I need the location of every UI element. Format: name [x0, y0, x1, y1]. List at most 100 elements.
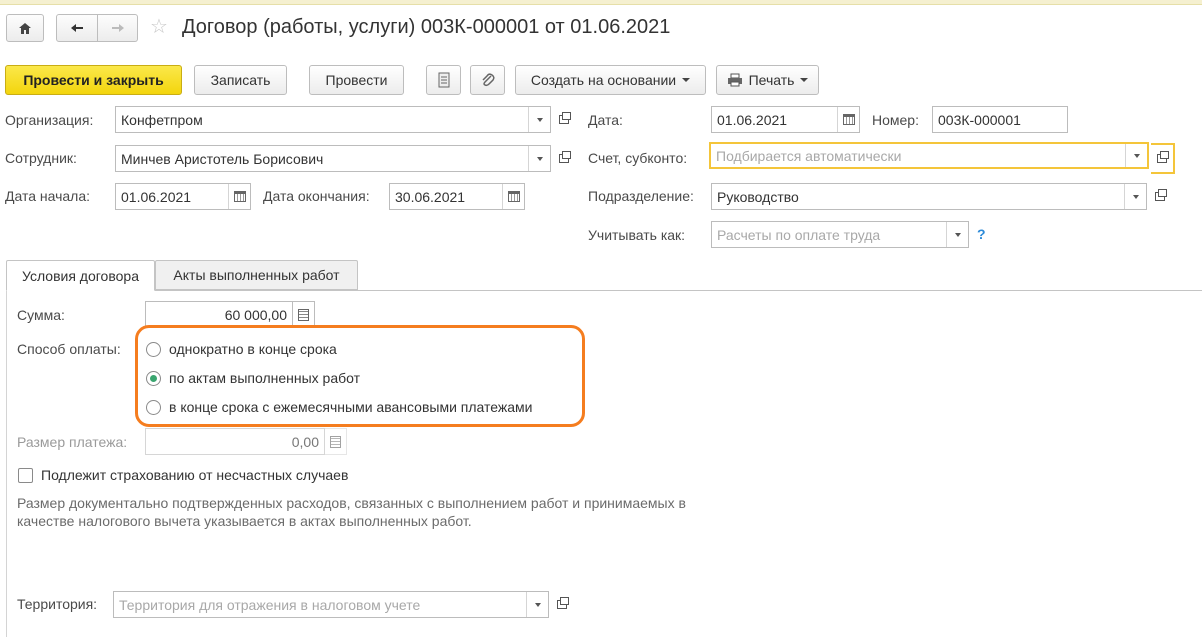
- calendar-icon: [507, 191, 520, 202]
- account-dropdown-button[interactable]: [1125, 144, 1147, 167]
- payment-size-label: Размер платежа:: [17, 434, 128, 450]
- start-date-calendar-button[interactable]: [228, 184, 250, 209]
- note-line-1: Размер документально подтвержденных расх…: [17, 495, 686, 511]
- employee-value: Минчев Аристотель Борисович: [121, 150, 324, 167]
- attach-button[interactable]: [470, 65, 505, 95]
- organization-field[interactable]: Конфетпром: [115, 106, 551, 133]
- chevron-down-icon: [682, 78, 691, 82]
- territory-label: Территория:: [17, 596, 98, 612]
- radio-button[interactable]: [146, 399, 161, 415]
- open-icon: [559, 112, 571, 124]
- post-and-close-button[interactable]: Провести и закрыть: [5, 65, 182, 95]
- print-button[interactable]: Печать: [716, 65, 819, 95]
- home-icon: [19, 22, 31, 34]
- account-label: Счет, субконто:: [588, 150, 688, 166]
- chevron-down-icon: [536, 156, 543, 161]
- department-value: Руководство: [717, 188, 799, 205]
- start-date-field[interactable]: 01.06.2021: [115, 183, 251, 210]
- tab-divider: [6, 290, 1202, 291]
- chevron-down-icon: [1132, 194, 1139, 199]
- paperclip-icon: [481, 73, 495, 87]
- printer-icon: [727, 73, 742, 87]
- employee-field[interactable]: Минчев Аристотель Борисович: [115, 145, 551, 172]
- territory-dropdown-button[interactable]: [526, 592, 548, 617]
- sum-calculator-button[interactable]: [293, 301, 315, 328]
- open-icon: [559, 151, 571, 163]
- account-open-button[interactable]: [1151, 143, 1175, 174]
- number-field[interactable]: 003К-000001: [932, 106, 1068, 133]
- end-date-value: 30.06.2021: [395, 188, 466, 205]
- chevron-down-icon: [954, 232, 961, 237]
- back-button[interactable]: [56, 14, 98, 42]
- arrow-right-icon: [111, 24, 124, 32]
- employee-label: Сотрудник:: [5, 150, 77, 166]
- history-nav: [56, 14, 138, 42]
- payment-size-calculator-button[interactable]: [325, 428, 347, 455]
- payment-method-label: Способ оплаты:: [17, 341, 121, 357]
- calendar-icon: [842, 114, 855, 125]
- start-date-value: 01.06.2021: [121, 188, 192, 205]
- organization-value: Конфетпром: [121, 111, 203, 128]
- help-icon[interactable]: ?: [977, 226, 986, 242]
- end-date-calendar-button[interactable]: [502, 184, 524, 209]
- account-field[interactable]: Подбирается автоматически: [709, 142, 1149, 169]
- insurance-label: Подлежит страхованию от несчастных случа…: [41, 467, 349, 483]
- tab-work-acts[interactable]: Акты выполненных работ: [155, 260, 358, 290]
- report-icon: [438, 72, 449, 88]
- date-value: 01.06.2021: [717, 111, 788, 128]
- tab-contract-conditions[interactable]: Условия договора: [6, 260, 155, 291]
- sum-label: Сумма:: [17, 307, 65, 323]
- payment-size-field[interactable]: 0,00: [145, 428, 325, 455]
- employee-dropdown-button[interactable]: [528, 146, 550, 171]
- account-as-field[interactable]: Расчеты по оплате труда: [711, 221, 969, 248]
- chevron-down-icon: [1133, 153, 1140, 158]
- end-date-field[interactable]: 30.06.2021: [389, 183, 525, 210]
- radio-button-selected[interactable]: [146, 370, 161, 386]
- account-placeholder: Подбирается автоматически: [716, 147, 902, 164]
- date-field[interactable]: 01.06.2021: [711, 106, 860, 133]
- account-as-label: Учитывать как:: [588, 227, 686, 243]
- employee-open-button[interactable]: [553, 145, 575, 172]
- number-label: Номер:: [872, 112, 919, 128]
- payment-option-acts[interactable]: по актам выполненных работ: [146, 370, 360, 386]
- department-dropdown-button[interactable]: [1124, 184, 1146, 209]
- payment-option-once-label: однократно в конце срока: [169, 341, 337, 357]
- organization-open-button[interactable]: [553, 106, 575, 133]
- payment-option-acts-label: по актам выполненных работ: [169, 370, 361, 386]
- create-based-on-label: Создать на основании: [530, 72, 677, 88]
- chevron-down-icon: [536, 117, 543, 122]
- home-button[interactable]: [6, 14, 44, 42]
- territory-field[interactable]: Территория для отражения в налоговом уче…: [113, 591, 549, 618]
- department-label: Подразделение:: [588, 188, 694, 204]
- chevron-down-icon: [534, 602, 541, 607]
- arrow-left-icon: [71, 24, 83, 32]
- calculator-icon: [298, 308, 309, 321]
- radio-button[interactable]: [146, 341, 161, 357]
- create-based-on-button[interactable]: Создать на основании: [515, 65, 706, 95]
- insurance-checkbox[interactable]: [18, 467, 33, 483]
- organization-dropdown-button[interactable]: [528, 107, 550, 132]
- forward-button[interactable]: [98, 14, 138, 42]
- organization-label: Организация:: [5, 112, 94, 128]
- payment-option-once[interactable]: однократно в конце срока: [146, 341, 337, 357]
- department-open-button[interactable]: [1149, 183, 1171, 210]
- window-top-strip: [0, 0, 1202, 5]
- star-icon[interactable]: ☆: [150, 14, 168, 39]
- post-button[interactable]: Провести: [309, 65, 404, 95]
- territory-placeholder: Территория для отражения в налоговом уче…: [119, 596, 421, 613]
- insurance-checkbox-row[interactable]: Подлежит страхованию от несчастных случа…: [18, 467, 348, 483]
- open-icon: [1157, 151, 1169, 163]
- territory-open-button[interactable]: [551, 591, 573, 618]
- end-date-label: Дата окончания:: [263, 188, 370, 204]
- payment-option-advance[interactable]: в конце срока с ежемесячными авансовыми …: [146, 399, 533, 415]
- report-button[interactable]: [426, 65, 461, 95]
- account-as-dropdown-button[interactable]: [946, 222, 968, 247]
- calendar-icon: [233, 191, 246, 202]
- open-icon: [557, 597, 569, 609]
- sum-field[interactable]: 60 000,00: [145, 301, 293, 328]
- calculator-icon: [330, 435, 341, 448]
- department-field[interactable]: Руководство: [711, 183, 1147, 210]
- date-calendar-button[interactable]: [837, 107, 859, 132]
- save-button[interactable]: Записать: [194, 65, 287, 95]
- date-label: Дата:: [588, 112, 623, 128]
